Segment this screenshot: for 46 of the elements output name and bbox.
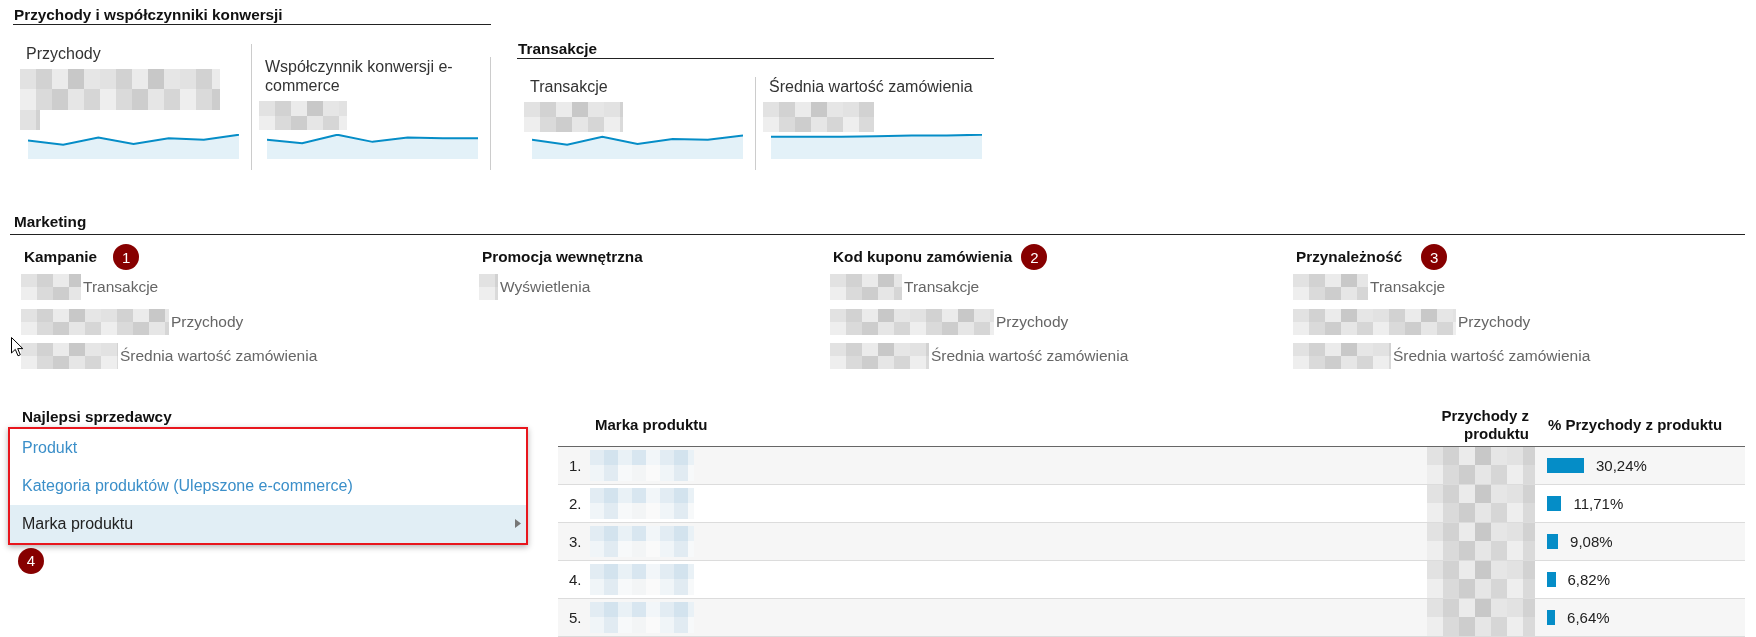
column-header: % Przychody z produktu: [1548, 415, 1723, 433]
pixelated-value: [479, 274, 498, 301]
metric-label: Współczynnik konwersji e-commerce: [265, 57, 454, 95]
metric-label: Transakcje: [83, 278, 159, 297]
pixelated-value: [21, 274, 81, 301]
pixelated-value: [830, 274, 902, 301]
menu-item[interactable]: Marka produktu: [10, 504, 526, 543]
row-number: 2.: [569, 494, 582, 512]
number-badge: 4: [18, 547, 44, 574]
column-heading: Przynależność: [1296, 248, 1403, 266]
percent-value: 6,82%: [1567, 570, 1611, 588]
metric-label: Średnia wartość zamówienia: [769, 77, 974, 96]
metric-label: Przychody: [996, 312, 1069, 331]
metric-label: Transakcje: [1370, 278, 1446, 297]
metric-label: Przychody: [1458, 312, 1531, 331]
column-header: Przychody z produktu: [1440, 406, 1529, 443]
section-heading: Transakcje: [518, 40, 598, 57]
metric-label: Transakcje: [904, 278, 980, 297]
percent-value: 30,24%: [1596, 456, 1647, 474]
row-number: 5.: [569, 608, 582, 626]
row-number: 4.: [569, 570, 582, 588]
section-heading: Przychody i współczynniki konwersji: [14, 6, 283, 23]
section-heading: Marketing: [14, 213, 87, 230]
metric-label: Średnia wartość zamówienia: [931, 347, 1129, 366]
column-heading: Promocja wewnętrzna: [482, 248, 643, 266]
metric-label: Wyświetlenia: [500, 278, 591, 297]
percent-value: 9,08%: [1570, 532, 1613, 550]
section-heading: Najlepsi sprzedawcy: [22, 406, 172, 426]
column-heading: Kod kuponu zamówienia: [833, 248, 1013, 266]
metric-label: Średnia wartość zamówienia: [120, 347, 318, 366]
menu-item[interactable]: Produkt: [10, 428, 526, 467]
column-heading: Kampanie: [24, 248, 98, 266]
row-number: 1.: [569, 456, 582, 474]
number-badge: 2: [1021, 244, 1048, 270]
row-number: 3.: [569, 532, 582, 550]
percent-value: 6,64%: [1567, 608, 1610, 626]
number-badge: 3: [1421, 244, 1448, 270]
mouse-cursor-icon: [11, 337, 24, 357]
metric-label: Przychody: [171, 312, 244, 331]
percent-value: 11,71%: [1573, 494, 1624, 512]
column-header: Marka produktu: [595, 415, 708, 433]
metric-label: Przychody: [26, 44, 102, 63]
menu-item[interactable]: Kategoria produktów (Ulepszone e-commerce): [10, 466, 526, 505]
number-badge: 1: [113, 244, 140, 270]
metric-label: Transakcje: [530, 77, 609, 96]
metric-label: Średnia wartość zamówienia: [1393, 347, 1591, 366]
